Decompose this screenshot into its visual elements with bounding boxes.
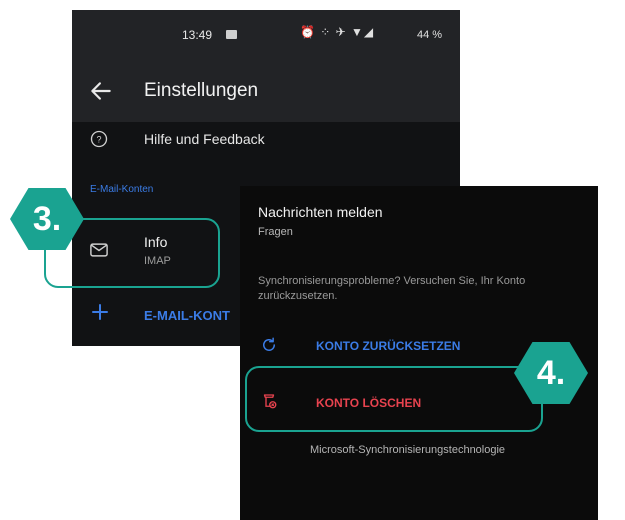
app-bar: Einstellungen [72,62,460,122]
status-bar: 13:49 ⏰ ⁘ ✈ ▼◢ 44 % [72,10,460,62]
reset-icon [263,337,275,351]
help-icon: ? [90,130,108,148]
report-messages-item[interactable]: Nachrichten melden [258,204,383,220]
sync-technology-label: Microsoft-Synchronisierungstechnologie [310,444,506,456]
status-icons: ⏰ ⁘ ✈ ▼◢ [300,25,375,39]
highlight-frame-step-4 [245,366,543,432]
gallery-icon [226,30,237,39]
email-accounts-header: E-Mail-Konten [90,184,154,195]
page-title: Einstellungen [144,80,259,101]
help-feedback-item[interactable]: Hilfe und Feedback [144,131,265,147]
reset-account-button[interactable]: KONTO ZURÜCKSETZEN [316,339,460,353]
back-arrow-icon[interactable] [88,78,114,104]
battery-level: 44 % [417,29,443,41]
svg-text:?: ? [96,134,101,144]
status-time: 13:49 [182,28,213,42]
add-email-account-button[interactable]: E-MAIL-KONT [144,308,230,323]
sync-problem-hint: Synchronisierungsprobleme? Versuchen Sie… [258,275,526,302]
plus-icon [92,304,108,320]
report-messages-subtitle: Fragen [258,226,293,238]
